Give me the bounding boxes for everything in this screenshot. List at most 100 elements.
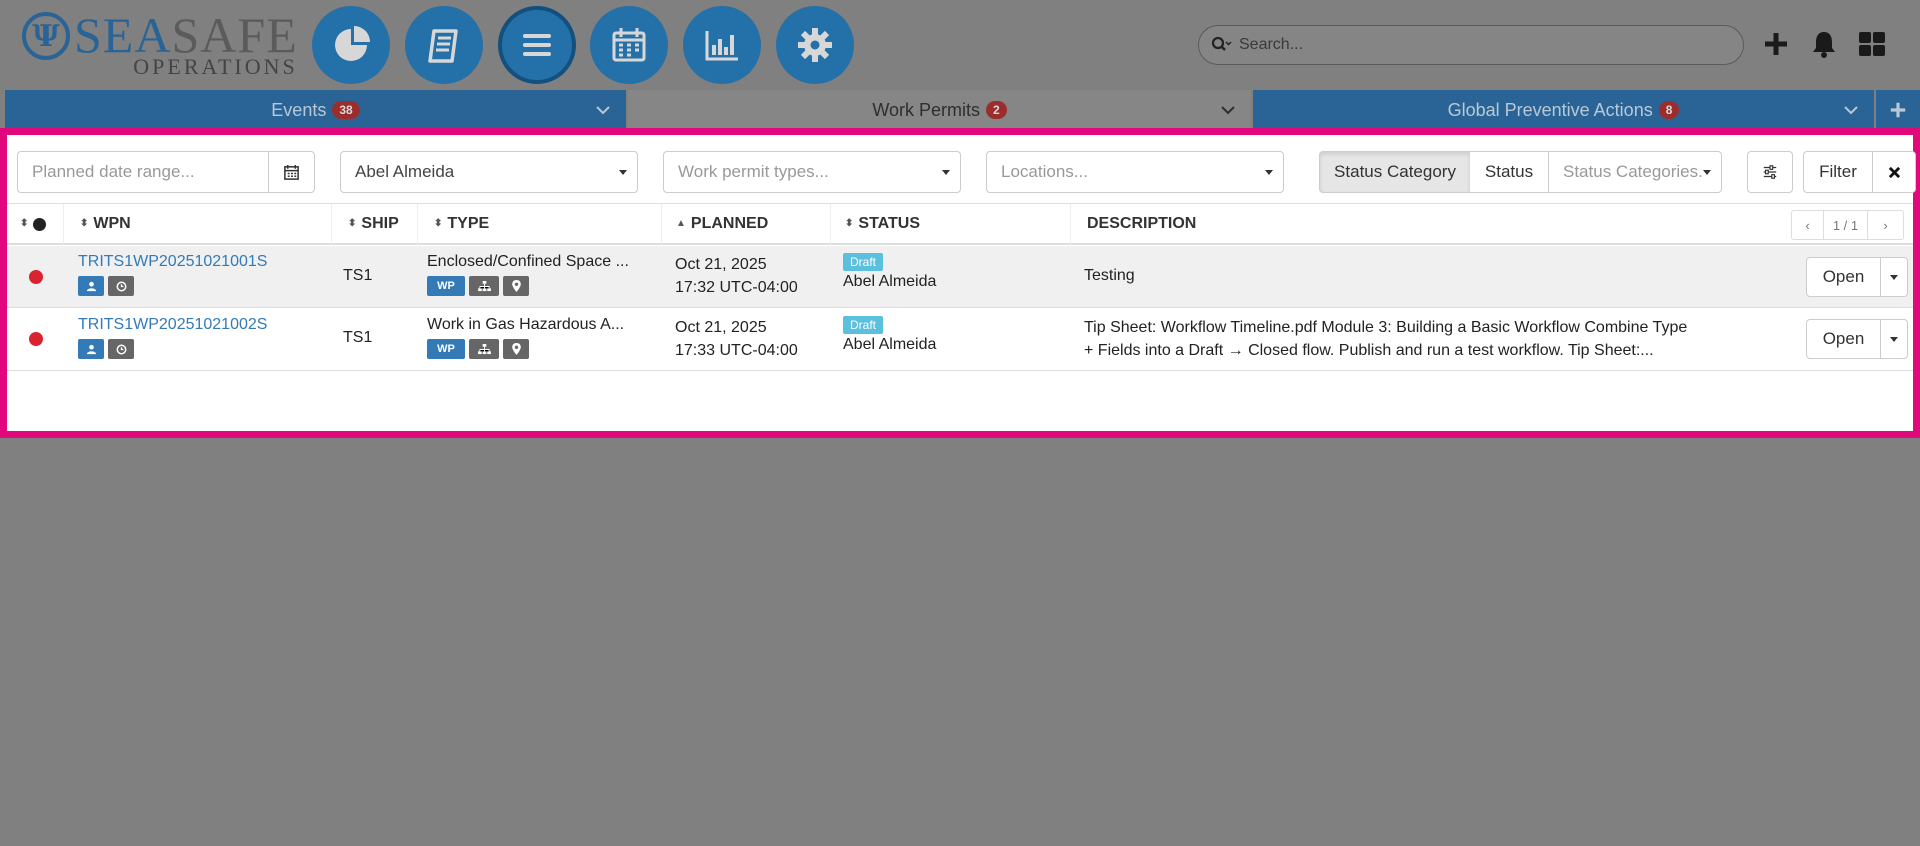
col-status[interactable]: ⬍ STATUS	[831, 204, 1071, 244]
clear-filter-button[interactable]	[1872, 151, 1916, 193]
description-line: + Fields into a Draft → Closed flow. Pub…	[1084, 342, 1654, 359]
ship-cell: TS1	[343, 329, 373, 346]
open-button[interactable]: Open	[1807, 320, 1881, 358]
planned-date-range-input[interactable]: Planned date range...	[17, 151, 315, 193]
chevron-down-icon[interactable]	[1842, 101, 1860, 119]
user-icon[interactable]	[78, 339, 104, 359]
global-search[interactable]	[1198, 25, 1744, 65]
module-tabs: Events 38 Work Permits 2 Global Preventi…	[5, 90, 1920, 130]
dot-icon	[33, 217, 47, 231]
reports-button[interactable]	[683, 6, 761, 84]
work-permit-types-select[interactable]: Work permit types...	[663, 151, 961, 193]
wpn-link[interactable]: TRITS1WP20251021002S	[78, 316, 267, 334]
calendar-button[interactable]	[590, 6, 668, 84]
planned-date: Oct 21, 2025	[675, 319, 767, 336]
person-select[interactable]: Abel Almeida	[340, 151, 638, 193]
status-category-toggle[interactable]: Status Category	[1319, 151, 1471, 193]
count-badge: 8	[1658, 101, 1680, 119]
description-line: Tip Sheet: Workflow Timeline.pdf Module …	[1084, 319, 1688, 336]
table-row[interactable]: TRITS1WP20251021001S TS1 Enclosed/Confin…	[7, 246, 1913, 308]
open-dropdown-toggle[interactable]	[1881, 258, 1907, 296]
description-cell: Testing	[1084, 267, 1135, 284]
sliders-icon	[1763, 165, 1777, 179]
tab-events[interactable]: Events 38	[5, 90, 628, 130]
col-wpn[interactable]: ⬍ WPN	[64, 204, 332, 244]
user-icon[interactable]	[78, 276, 104, 296]
hierarchy-icon[interactable]	[469, 339, 499, 359]
col-indicator[interactable]: ⬍	[7, 204, 64, 244]
col-ship[interactable]: ⬍ SHIP	[332, 204, 418, 244]
table-header: ⬍ ⬍ WPN ⬍ SHIP ⬍ TYPE ▲ PLANNED ⬍ STATUS DESC…	[7, 203, 1913, 245]
col-description-label: DESCRIPTION	[1087, 215, 1197, 232]
plus-icon	[1765, 33, 1787, 55]
sort-icon: ⬍	[20, 218, 29, 229]
wp-badge[interactable]: WP	[427, 276, 465, 296]
page-indicator: 1 / 1	[1824, 211, 1868, 239]
add-tab-button[interactable]	[1876, 90, 1920, 130]
app-logo[interactable]: Ψ SEASAFE OPERATIONS	[22, 10, 298, 78]
filter-button[interactable]: Filter	[1803, 151, 1873, 193]
next-page-button[interactable]: ›	[1868, 211, 1903, 239]
hierarchy-icon[interactable]	[469, 276, 499, 296]
col-type-label: TYPE	[447, 215, 490, 232]
dashboard-button[interactable]	[312, 6, 390, 84]
calendar-icon	[612, 28, 646, 62]
col-description: DESCRIPTION	[1071, 204, 1771, 244]
planned-time: 17:33 UTC-04:00	[675, 342, 798, 359]
clock-icon[interactable]	[108, 339, 134, 359]
caret-down-icon	[942, 170, 950, 175]
apps-grid-button[interactable]	[1856, 28, 1888, 60]
column-settings-button[interactable]	[1747, 151, 1793, 193]
types-placeholder: Work permit types...	[678, 162, 829, 181]
open-dropdown-toggle[interactable]	[1881, 320, 1907, 358]
bar-chart-icon	[705, 31, 738, 61]
wpn-link[interactable]: TRITS1WP20251021001S	[78, 253, 267, 271]
wp-badge[interactable]: WP	[427, 339, 465, 359]
col-planned[interactable]: ▲ PLANNED	[662, 204, 831, 244]
col-ship-label: SHIP	[361, 215, 399, 232]
gear-icon	[798, 28, 832, 62]
sort-icon: ⬍	[845, 218, 854, 229]
person-value: Abel Almeida	[355, 162, 455, 181]
locations-select[interactable]: Locations...	[986, 151, 1284, 193]
location-pin-icon[interactable]	[503, 276, 529, 296]
filter-bar: Planned date range... Abel Almeida Work …	[17, 151, 1917, 193]
menu-button[interactable]	[498, 6, 576, 84]
sort-asc-icon: ▲	[676, 218, 686, 229]
status-dot-icon	[29, 270, 43, 284]
tab-label: Global Preventive Actions	[1447, 99, 1653, 120]
caret-down-icon	[1890, 336, 1898, 342]
status-categories-select[interactable]: Status Categories...	[1548, 151, 1722, 193]
chevron-down-icon[interactable]	[594, 101, 612, 119]
chevron-down-icon[interactable]	[1219, 101, 1237, 119]
sort-icon: ⬍	[348, 218, 357, 229]
dashboard-icon	[335, 26, 370, 61]
status-toggle[interactable]: Status	[1470, 151, 1549, 193]
notifications-button[interactable]	[1808, 28, 1840, 60]
caret-down-icon	[1890, 274, 1898, 280]
add-button[interactable]	[1760, 28, 1792, 60]
status-badge: Draft	[843, 316, 884, 334]
table-row[interactable]: TRITS1WP20251021002S TS1 Work in Gas Haz…	[7, 309, 1913, 371]
type-cell: Enclosed/Confined Space ...	[427, 253, 629, 270]
clock-icon[interactable]	[108, 276, 134, 296]
calendar-picker-button[interactable]	[268, 152, 314, 192]
tab-work-permits[interactable]: Work Permits 2	[628, 90, 1253, 130]
search-icon	[1211, 36, 1232, 51]
status-dot-icon	[29, 332, 43, 346]
sort-icon: ⬍	[80, 218, 89, 229]
settings-button[interactable]	[776, 6, 854, 84]
caret-down-icon	[619, 170, 627, 175]
open-button[interactable]: Open	[1807, 258, 1881, 296]
sort-icon: ⬍	[434, 218, 443, 229]
open-button-group: Open	[1806, 257, 1908, 297]
search-input[interactable]	[1239, 36, 1719, 54]
prev-page-button[interactable]: ‹	[1792, 211, 1824, 239]
logbook-button[interactable]	[405, 6, 483, 84]
tab-global-preventive-actions[interactable]: Global Preventive Actions 8	[1253, 90, 1876, 130]
count-badge: 2	[986, 101, 1007, 119]
col-type[interactable]: ⬍ TYPE	[418, 204, 662, 244]
top-bar: Ψ SEASAFE OPERATIONS	[0, 0, 1920, 90]
grid-icon	[1859, 32, 1885, 56]
location-pin-icon[interactable]	[503, 339, 529, 359]
